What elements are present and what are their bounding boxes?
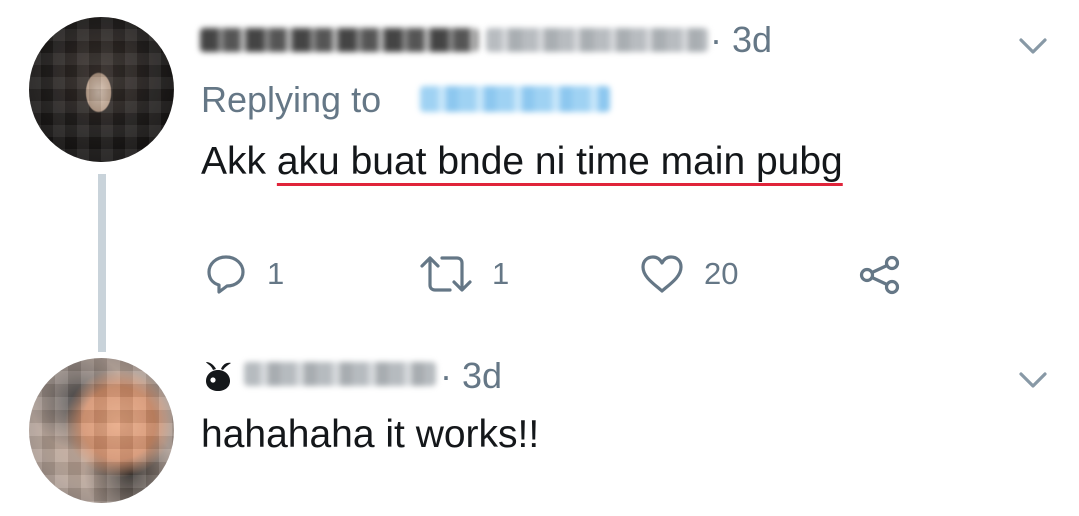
- retweet-count: 1: [492, 256, 510, 291]
- replying-to-label: Replying to: [201, 79, 382, 120]
- emoji-badge-icon: [206, 362, 231, 391]
- tweet-timestamp[interactable]: · 3d: [710, 20, 772, 60]
- tweet-text-highlight: aku buat bnde ni time main pubg: [276, 140, 843, 183]
- like-icon: [641, 255, 683, 293]
- chevron-down-icon[interactable]: [1018, 36, 1048, 56]
- reply-icon: [207, 255, 245, 294]
- username-redacted[interactable]: [486, 28, 708, 52]
- tweet-text-prefix: Akk: [201, 140, 277, 183]
- reply-count: 1: [267, 256, 285, 291]
- avatar[interactable]: [29, 358, 174, 503]
- like-button[interactable]: 20: [640, 253, 738, 295]
- display-name-redacted[interactable]: [200, 28, 478, 52]
- like-count: 20: [704, 256, 739, 291]
- retweet-icon: [420, 256, 472, 292]
- share-icon: [859, 255, 900, 295]
- tweet-text: Akk aku buat bnde ni time main pubg: [201, 140, 843, 184]
- tweet-timestamp[interactable]: · 3d: [440, 356, 502, 396]
- chevron-down-icon[interactable]: [1018, 370, 1048, 390]
- username-redacted[interactable]: [244, 362, 436, 386]
- retweet-button[interactable]: 1: [420, 253, 509, 295]
- tweet-text: hahahaha it works!!: [201, 413, 540, 456]
- reply-button[interactable]: 1: [205, 253, 284, 295]
- avatar[interactable]: [29, 17, 174, 162]
- thread-connector-line: [98, 174, 106, 352]
- mention-link-redacted[interactable]: [420, 86, 610, 112]
- share-button[interactable]: [858, 255, 902, 295]
